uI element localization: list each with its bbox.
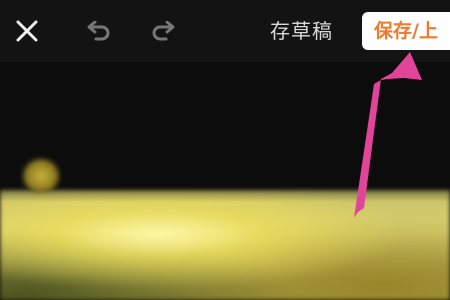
close-icon — [16, 20, 38, 42]
save-upload-button[interactable]: 保存/上 — [362, 12, 450, 50]
undo-icon — [87, 21, 110, 41]
close-button[interactable] — [10, 14, 44, 48]
blurred-banner-image — [0, 190, 450, 300]
save-upload-label: 保存/上 — [374, 20, 438, 42]
banner-fade — [0, 172, 450, 202]
content-preview — [0, 62, 450, 300]
redo-icon — [152, 21, 175, 41]
redo-button[interactable] — [148, 18, 180, 46]
blurred-logo-icon — [22, 158, 60, 194]
undo-button[interactable] — [82, 18, 114, 46]
save-draft-button[interactable]: 存草稿 — [270, 16, 333, 46]
top-toolbar: 存草稿 保存/上 — [0, 0, 450, 62]
